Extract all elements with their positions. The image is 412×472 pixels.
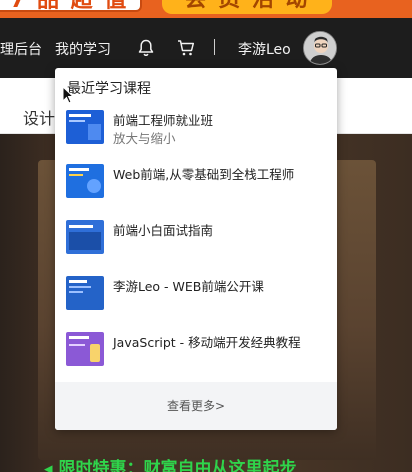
my-learning-dropdown: 最近学习课程 前端工程师就业班 放大与缩小 Web前端,从零基础到全栈工程师 前… [55,68,337,430]
course-title: JavaScript - 移动端开发经典教程 [113,335,301,350]
mouse-cursor-icon [62,86,74,104]
username-link[interactable]: 李游Leo [238,39,291,59]
promo-right-button[interactable]: 会 员 活 动 [162,0,332,14]
nav-backend-link[interactable]: 理后台 [0,39,42,59]
course-item[interactable]: Web前端,从零基础到全栈工程师 [55,160,337,208]
course-item[interactable]: JavaScript - 移动端开发经典教程 [55,328,337,376]
course-item[interactable]: 李游Leo - WEB前端公开课 [55,272,337,320]
course-item[interactable]: 前端工程师就业班 放大与缩小 [55,106,337,154]
cart-icon[interactable] [176,38,196,58]
course-thumbnail [66,276,104,310]
course-subtitle: 放大与缩小 [113,131,176,146]
nav-separator [214,39,215,55]
promo-strip: 7 品 超 值 会 员 活 动 [0,0,412,18]
nav-my-learning-link[interactable]: 我的学习 [55,39,111,59]
dropdown-title: 最近学习课程 [67,81,151,97]
user-avatar-image [304,32,336,64]
category-design-link[interactable]: 设计 [23,105,55,129]
course-thumbnail [66,220,104,254]
course-thumbnail [66,164,104,198]
course-title: Web前端,从零基础到全栈工程师 [113,167,295,182]
course-thumbnail [66,110,104,144]
course-title: 前端工程师就业班 [113,113,214,128]
course-title: 前端小白面试指南 [113,223,214,238]
course-title: 李游Leo - WEB前端公开课 [113,279,264,294]
bell-icon[interactable] [136,38,156,58]
view-more-button[interactable]: 查看更多> [55,382,337,430]
promo-banner-text[interactable]: ◂ 限时特惠：财富自由从这里起步 [44,454,296,472]
course-item[interactable]: 前端小白面试指南 [55,216,337,264]
promo-banner-label: 限时特惠：财富自由从这里起步 [58,459,297,472]
avatar[interactable] [303,31,337,65]
promo-left-button[interactable]: 7 品 超 值 [0,0,142,12]
course-thumbnail [66,332,104,366]
